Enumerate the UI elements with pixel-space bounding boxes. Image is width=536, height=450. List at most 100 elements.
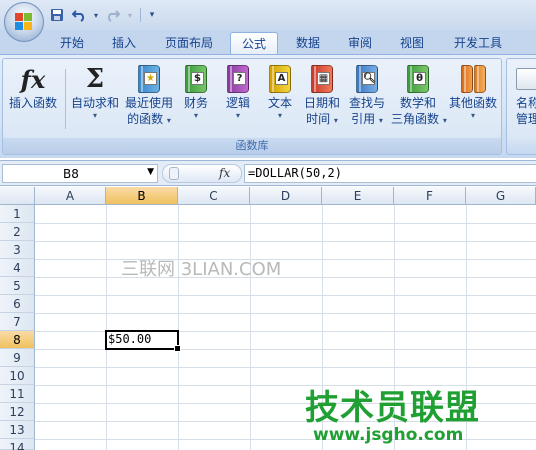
logical-label: 逻辑: [225, 96, 250, 110]
grid-line: [35, 277, 536, 278]
row-header[interactable]: 13: [0, 421, 35, 439]
lookup-reference-label-1: 查找与: [348, 96, 385, 110]
books-icon: [458, 63, 488, 95]
formula-input[interactable]: =DOLLAR(50,2): [244, 164, 536, 183]
grid-line: [35, 367, 536, 368]
grid-line: [35, 259, 536, 260]
ribbon-tabs: 开始 插入 页面布局 公式 数据 审阅 视图 开发工具: [0, 30, 536, 54]
row-header[interactable]: 3: [0, 241, 35, 259]
tab-home[interactable]: 开始: [52, 32, 92, 54]
more-functions-button[interactable]: 其他函数 ▾: [445, 63, 501, 120]
row-header[interactable]: 5: [0, 277, 35, 295]
name-box-dropdown-icon[interactable]: ▼: [147, 167, 154, 177]
name-manager-label-1: 名称: [515, 96, 536, 110]
function-library-label: 函数库: [3, 138, 501, 154]
row-header[interactable]: 11: [0, 385, 35, 403]
tab-view[interactable]: 视图: [392, 32, 432, 54]
redo-icon[interactable]: [104, 6, 122, 24]
logical-button[interactable]: ? 逻辑 ▾: [219, 63, 257, 120]
insert-function-fx-icon[interactable]: fx: [219, 166, 230, 180]
watermark-jsgho-url: www.jsgho.com: [313, 425, 464, 445]
row-header[interactable]: 4: [0, 259, 35, 277]
row-header-selected[interactable]: 8: [0, 331, 35, 349]
autosum-button[interactable]: Σ 自动求和 ▾: [67, 63, 123, 120]
autosum-dropdown-icon: ▾: [92, 111, 97, 120]
recently-used-dropdown-icon: ▾: [166, 116, 171, 125]
autosum-label: 自动求和: [70, 96, 119, 110]
formula-bar: B8 ▼ fx =DOLLAR(50,2): [0, 160, 536, 186]
undo-icon[interactable]: [70, 6, 88, 24]
column-header-b[interactable]: B: [106, 187, 178, 205]
calendar-book-icon: ▦: [307, 63, 337, 95]
tab-review[interactable]: 审阅: [340, 32, 380, 54]
logical-dropdown-icon: ▾: [235, 111, 240, 120]
function-library-group: fx 插入函数 Σ 自动求和 ▾ ★ 最近使用 的函数 ▾ $ 财务 ▾ ? 逻…: [2, 58, 502, 155]
column-header-e[interactable]: E: [322, 187, 394, 205]
column-header-a[interactable]: A: [35, 187, 106, 205]
name-box[interactable]: B8 ▼: [2, 164, 158, 183]
name-manager-button[interactable]: 名称 管理: [511, 63, 536, 127]
recently-used-label-2: 的函数: [127, 112, 164, 126]
customize-qat-icon[interactable]: ▾: [147, 6, 157, 24]
tab-developer[interactable]: 开发工具: [446, 32, 510, 54]
office-button[interactable]: [4, 2, 44, 42]
quick-access-toolbar: ▾ ▾ ▾: [48, 5, 157, 25]
watermark-3lian: 三联网 3LIAN.COM: [121, 259, 282, 280]
text-dropdown-icon: ▾: [277, 111, 282, 120]
row-header[interactable]: 10: [0, 367, 35, 385]
financial-label: 财务: [183, 96, 208, 110]
star-book-icon: ★: [134, 63, 164, 95]
date-time-label-1: 日期和: [303, 96, 340, 110]
tab-insert[interactable]: 插入: [104, 32, 144, 54]
row-header[interactable]: 12: [0, 403, 35, 421]
math-trig-button[interactable]: θ 数学和 三角函数 ▾: [391, 63, 447, 129]
grid-line: [35, 241, 536, 242]
theta-book-icon: θ: [403, 63, 433, 95]
active-cell-b8[interactable]: $50.00: [105, 330, 181, 352]
math-trig-label-1: 数学和: [399, 96, 436, 110]
column-header-g[interactable]: G: [466, 187, 536, 205]
row-header[interactable]: 6: [0, 295, 35, 313]
row-header[interactable]: 2: [0, 223, 35, 241]
office-logo-icon: [15, 13, 33, 31]
date-time-button[interactable]: ▦ 日期和 时间 ▾: [301, 63, 343, 129]
ribbon-separator: [65, 69, 66, 129]
row-header[interactable]: 1: [0, 205, 35, 223]
row-header[interactable]: 9: [0, 349, 35, 367]
tab-page-layout[interactable]: 页面布局: [158, 32, 220, 54]
more-functions-label: 其他函数: [448, 96, 497, 110]
text-button[interactable]: A 文本 ▾: [261, 63, 299, 120]
undo-dropdown-icon[interactable]: ▾: [92, 6, 100, 24]
lookup-reference-button[interactable]: 🔍︎ 查找与 引用 ▾: [345, 63, 389, 129]
save-icon[interactable]: [48, 6, 66, 24]
grid-line: [35, 313, 536, 314]
column-header-d[interactable]: D: [250, 187, 322, 205]
row-header[interactable]: 7: [0, 313, 35, 331]
grid-line: [35, 295, 536, 296]
name-box-value: B8: [63, 167, 79, 181]
redo-dropdown-icon[interactable]: ▾: [126, 6, 134, 24]
financial-button[interactable]: $ 财务 ▾: [177, 63, 215, 120]
math-trig-label-2: 三角函数: [391, 112, 440, 126]
financial-book-icon: $: [181, 63, 211, 95]
tab-formulas[interactable]: 公式: [230, 32, 278, 54]
date-time-dropdown-icon: ▾: [333, 116, 338, 125]
lookup-reference-label-2: 引用: [351, 112, 376, 126]
sigma-icon: Σ: [85, 64, 105, 94]
formula-resize-handle[interactable]: [169, 167, 179, 180]
insert-function-button[interactable]: fx 插入函数: [5, 63, 61, 111]
recently-used-label-1: 最近使用: [124, 96, 173, 110]
column-header-f[interactable]: F: [394, 187, 466, 205]
logical-book-icon: ?: [223, 63, 253, 95]
select-all-corner[interactable]: [0, 187, 35, 205]
lookup-reference-dropdown-icon: ▾: [378, 116, 383, 125]
text-book-icon: A: [265, 63, 295, 95]
name-manager-icon: [513, 63, 536, 95]
column-header-c[interactable]: C: [178, 187, 250, 205]
date-time-label-2: 时间: [306, 112, 331, 126]
insert-function-label: 插入函数: [8, 96, 57, 110]
magnifier-book-icon: 🔍︎: [352, 63, 382, 95]
recently-used-button[interactable]: ★ 最近使用 的函数 ▾: [123, 63, 175, 129]
tab-data[interactable]: 数据: [288, 32, 328, 54]
row-header[interactable]: 14: [0, 439, 35, 450]
